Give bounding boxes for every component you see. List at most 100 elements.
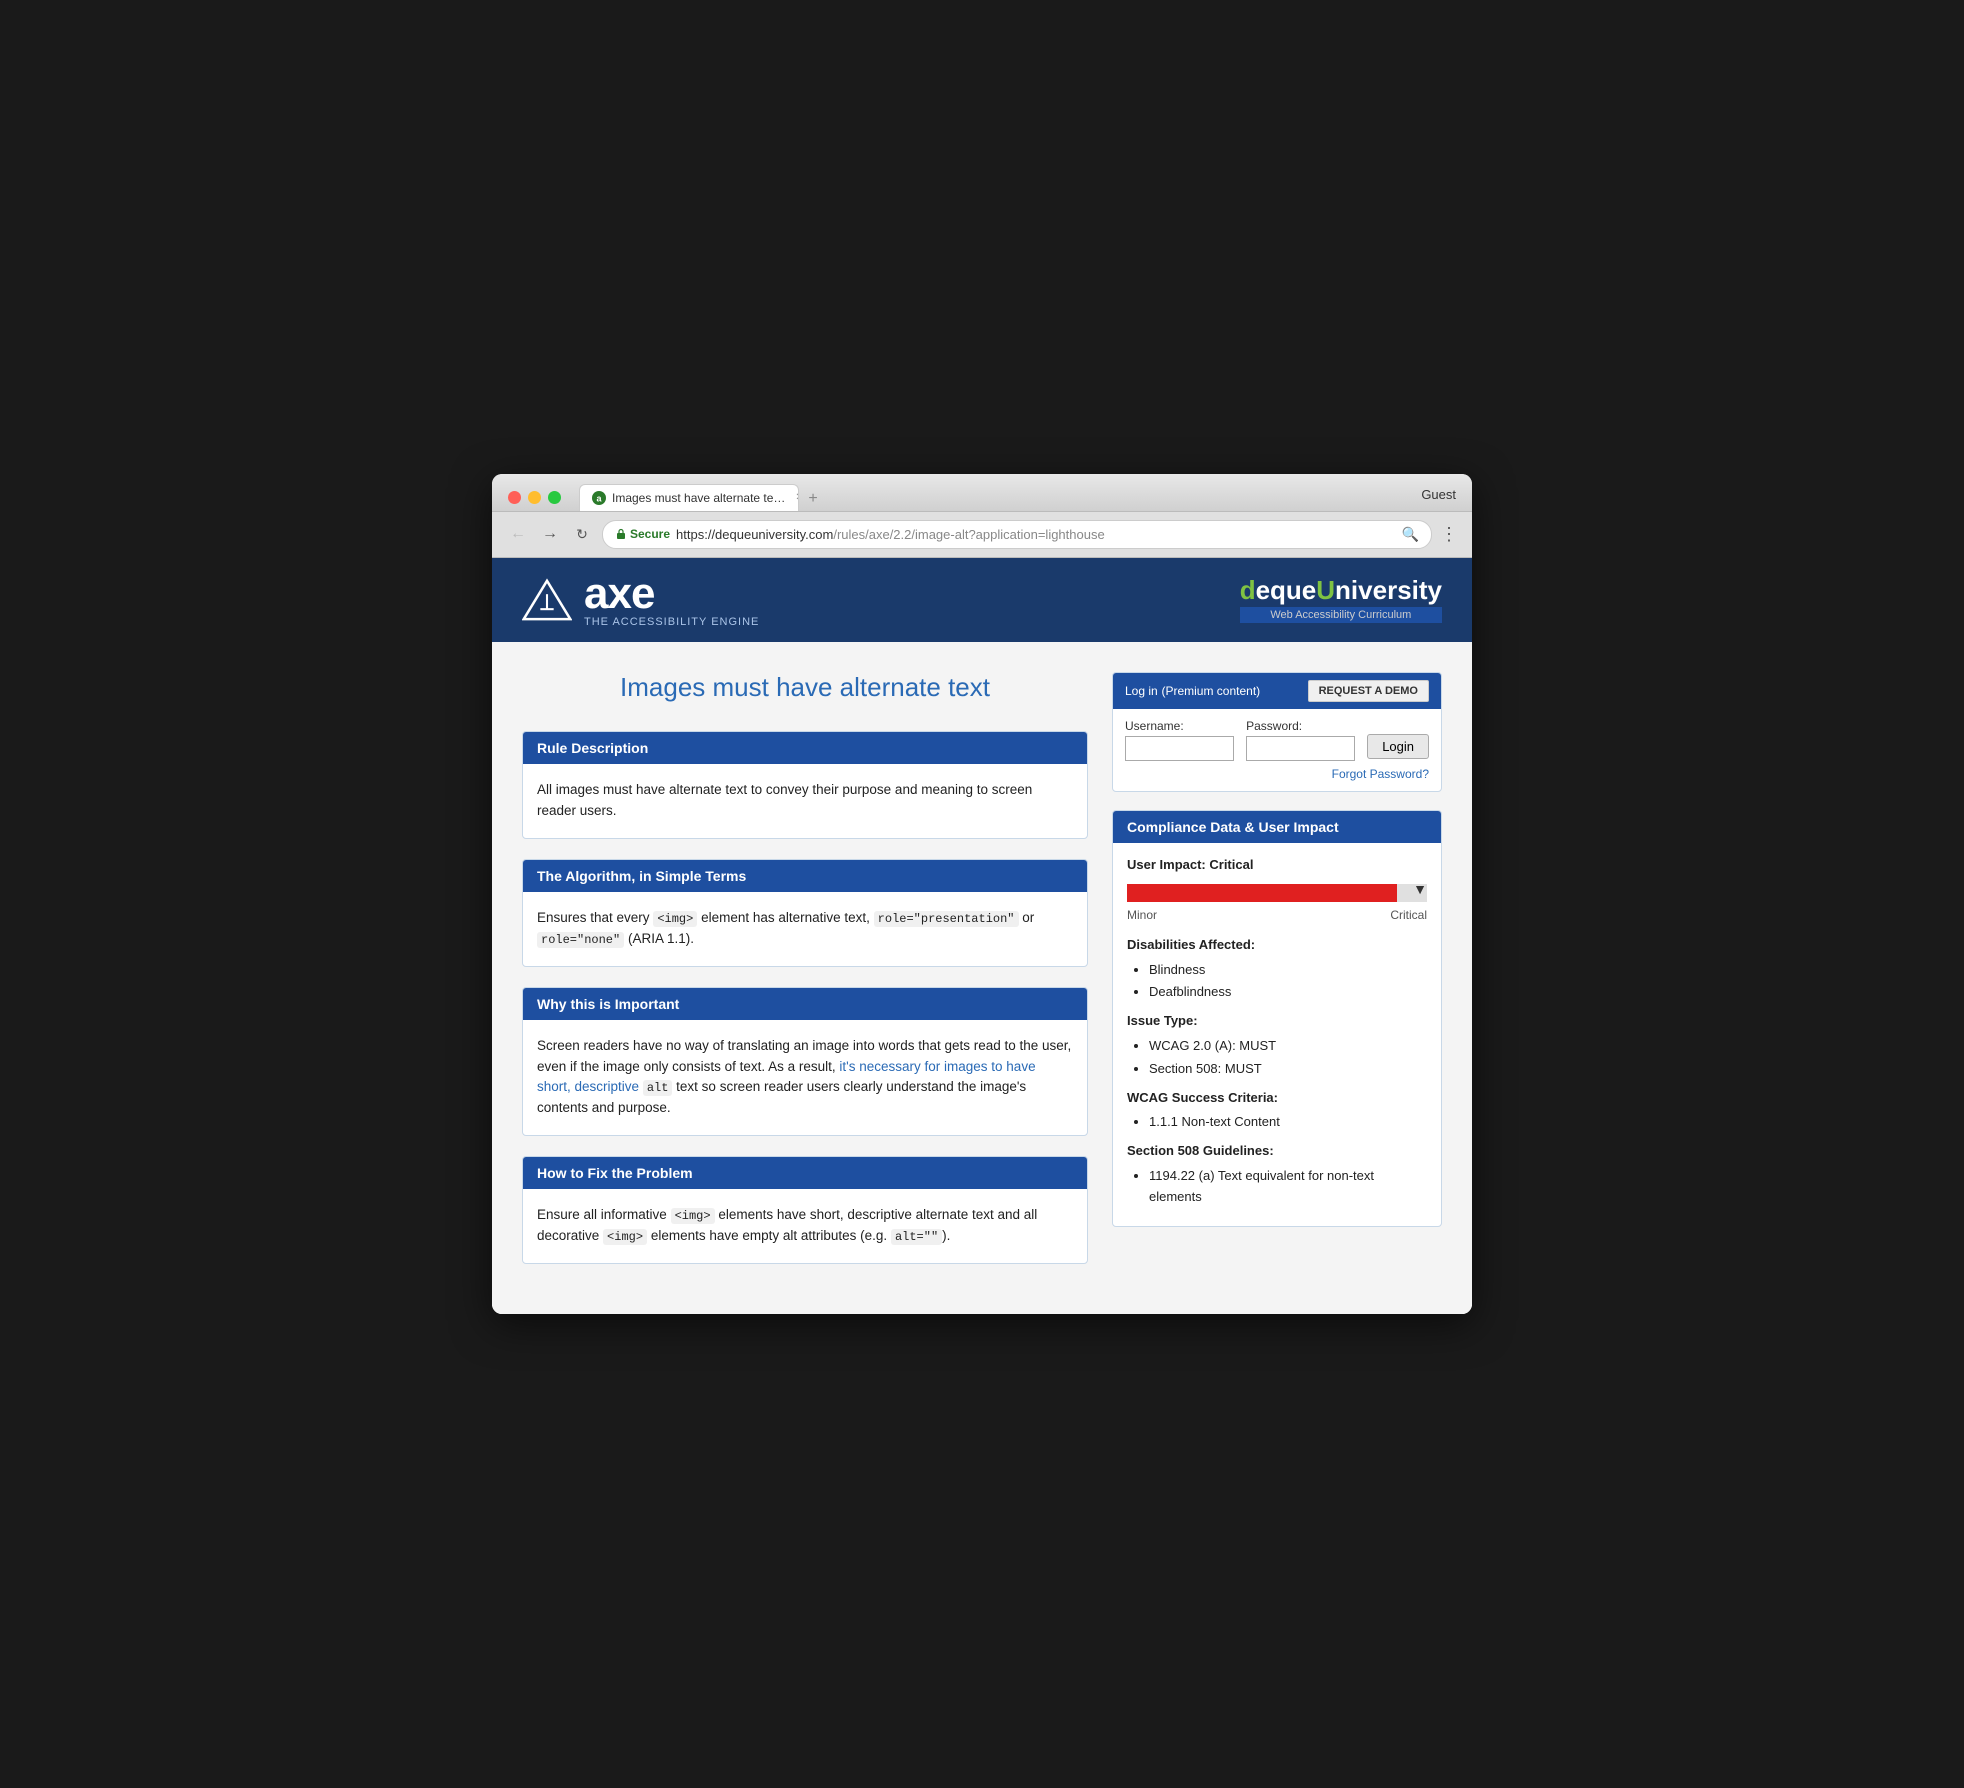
window-buttons xyxy=(508,491,561,504)
page-title: Images must have alternate text xyxy=(522,672,1088,703)
compliance-body: User Impact: Critical ▼ Minor Critical xyxy=(1113,843,1441,1226)
right-column: Log in (Premium content) REQUEST A DEMO … xyxy=(1112,672,1442,1284)
user-impact-value: Critical xyxy=(1209,857,1253,872)
deque-curriculum-label: Web Accessibility Curriculum xyxy=(1240,607,1442,623)
tab-title: Images must have alternate te… xyxy=(612,491,785,505)
username-field: Username: xyxy=(1125,719,1234,761)
secure-badge: Secure xyxy=(615,527,670,541)
axe-text-block: axe THE ACCESSIBILITY ENGINE xyxy=(584,572,759,628)
wcag-criteria-list: 1.1.1 Non-text Content xyxy=(1127,1112,1427,1133)
request-demo-button[interactable]: REQUEST A DEMO xyxy=(1308,680,1429,702)
disabilities-title: Disabilities Affected: xyxy=(1127,935,1427,956)
main-body: Images must have alternate text Rule Des… xyxy=(492,642,1472,1314)
impact-max-label: Critical xyxy=(1390,906,1427,925)
search-icon: 🔍 xyxy=(1402,526,1419,543)
necessary-link-text: it's necessary for images to have short,… xyxy=(537,1059,1036,1095)
why-important-body: Screen readers have no way of translatin… xyxy=(523,1020,1087,1136)
forgot-password-link[interactable]: Forgot Password? xyxy=(1125,767,1429,781)
site-header: axe THE ACCESSIBILITY ENGINE dequeUniver… xyxy=(492,558,1472,642)
issue-type-title: Issue Type: xyxy=(1127,1011,1427,1032)
login-row: Username: Password: Login xyxy=(1125,719,1429,761)
axe-logo: axe THE ACCESSIBILITY ENGINE xyxy=(522,572,759,628)
impact-bar-fill xyxy=(1127,884,1397,902)
disability-blindness: Blindness xyxy=(1149,960,1427,981)
login-header: Log in (Premium content) REQUEST A DEMO xyxy=(1113,673,1441,709)
disability-deafblindness: Deafblindness xyxy=(1149,982,1427,1003)
more-options-button[interactable]: ⋮ xyxy=(1440,524,1458,545)
guest-label: Guest xyxy=(1421,487,1456,508)
code-img2: <img> xyxy=(671,1208,715,1224)
back-button[interactable]: ← xyxy=(506,525,530,543)
maximize-button[interactable] xyxy=(548,491,561,504)
password-field: Password: xyxy=(1246,719,1355,761)
issue-type-list: WCAG 2.0 (A): MUST Section 508: MUST xyxy=(1127,1036,1427,1080)
impact-min-label: Minor xyxy=(1127,906,1157,925)
login-premium-label: (Premium content) xyxy=(1161,684,1260,698)
login-title: Log in (Premium content) xyxy=(1125,683,1260,698)
issue-type-508: Section 508: MUST xyxy=(1149,1059,1427,1080)
user-impact-title: User Impact: xyxy=(1127,857,1206,872)
axe-subtitle: THE ACCESSIBILITY ENGINE xyxy=(584,616,759,628)
url-base: https://dequeuniversity.com xyxy=(676,527,833,542)
code-img3: <img> xyxy=(603,1229,647,1245)
section508-title: Section 508 Guidelines: xyxy=(1127,1141,1427,1162)
impact-bar-bg xyxy=(1127,884,1427,902)
login-button-wrapper: Login xyxy=(1367,719,1429,761)
compliance-header: Compliance Data & User Impact xyxy=(1113,811,1441,843)
rule-description-body: All images must have alternate text to c… xyxy=(523,764,1087,838)
code-alt: alt xyxy=(643,1080,673,1096)
password-input[interactable] xyxy=(1246,736,1355,761)
refresh-button[interactable]: ↻ xyxy=(570,526,594,543)
section508-item: 1194.22 (a) Text equivalent for non-text… xyxy=(1149,1166,1427,1208)
rule-description-section: Rule Description All images must have al… xyxy=(522,731,1088,839)
code-img: <img> xyxy=(653,911,697,927)
tab-favicon: a xyxy=(592,491,606,505)
rule-description-header: Rule Description xyxy=(523,732,1087,764)
disabilities-list: Blindness Deafblindness xyxy=(1127,960,1427,1004)
compliance-box: Compliance Data & User Impact User Impac… xyxy=(1112,810,1442,1227)
algorithm-body: Ensures that every <img> element has alt… xyxy=(523,892,1087,966)
deque-logo-area: dequeUniversity Web Accessibility Curric… xyxy=(1240,577,1442,623)
axe-wordmark: axe xyxy=(584,572,759,616)
wcag-item-111: 1.1.1 Non-text Content xyxy=(1149,1112,1427,1133)
login-button[interactable]: Login xyxy=(1367,734,1429,759)
page-content: axe THE ACCESSIBILITY ENGINE dequeUniver… xyxy=(492,558,1472,1314)
url-text: https://dequeuniversity.com/rules/axe/2.… xyxy=(676,527,1105,542)
algorithm-section: The Algorithm, in Simple Terms Ensures t… xyxy=(522,859,1088,967)
impact-bar-container: ▼ xyxy=(1127,884,1427,902)
wcag-criteria-title: WCAG Success Criteria: xyxy=(1127,1088,1427,1109)
left-column: Images must have alternate text Rule Des… xyxy=(522,672,1088,1284)
username-input[interactable] xyxy=(1125,736,1234,761)
how-to-fix-header: How to Fix the Problem xyxy=(523,1157,1087,1189)
why-important-section: Why this is Important Screen readers hav… xyxy=(522,987,1088,1137)
user-impact-label: User Impact: Critical xyxy=(1127,855,1427,876)
algorithm-header: The Algorithm, in Simple Terms xyxy=(523,860,1087,892)
forward-button[interactable]: → xyxy=(538,525,562,543)
section508-list: 1194.22 (a) Text equivalent for non-text… xyxy=(1127,1166,1427,1208)
password-label: Password: xyxy=(1246,719,1355,733)
how-to-fix-body: Ensure all informative <img> elements ha… xyxy=(523,1189,1087,1263)
new-tab-button[interactable]: + xyxy=(799,487,827,511)
code-alt-empty: alt="" xyxy=(891,1229,942,1245)
rule-description-text: All images must have alternate text to c… xyxy=(537,782,1032,818)
minimize-button[interactable] xyxy=(528,491,541,504)
impact-bar-indicator: ▼ xyxy=(1413,878,1427,900)
code-role-none: role="none" xyxy=(537,932,624,948)
deque-wordmark: dequeUniversity xyxy=(1240,577,1442,603)
username-label: Username: xyxy=(1125,719,1234,733)
url-bar[interactable]: Secure https://dequeuniversity.com/rules… xyxy=(602,520,1432,549)
impact-labels: Minor Critical xyxy=(1127,906,1427,925)
close-button[interactable] xyxy=(508,491,521,504)
code-role-presentation: role="presentation" xyxy=(874,911,1019,927)
browser-window: a Images must have alternate te… ✕ + Gue… xyxy=(492,474,1472,1314)
login-title-text: Log in xyxy=(1125,684,1158,698)
why-important-header: Why this is Important xyxy=(523,988,1087,1020)
how-to-fix-section: How to Fix the Problem Ensure all inform… xyxy=(522,1156,1088,1264)
secure-text: Secure xyxy=(630,527,670,541)
tab-area: a Images must have alternate te… ✕ + xyxy=(579,484,1411,511)
url-path: /rules/axe/2.2/image-alt?application=lig… xyxy=(833,527,1104,542)
active-tab[interactable]: a Images must have alternate te… ✕ xyxy=(579,484,799,511)
login-body: Username: Password: Login Forgot P xyxy=(1113,709,1441,791)
issue-type-wcag: WCAG 2.0 (A): MUST xyxy=(1149,1036,1427,1057)
address-bar: ← → ↻ Secure https://dequeuniversity.com… xyxy=(492,512,1472,558)
